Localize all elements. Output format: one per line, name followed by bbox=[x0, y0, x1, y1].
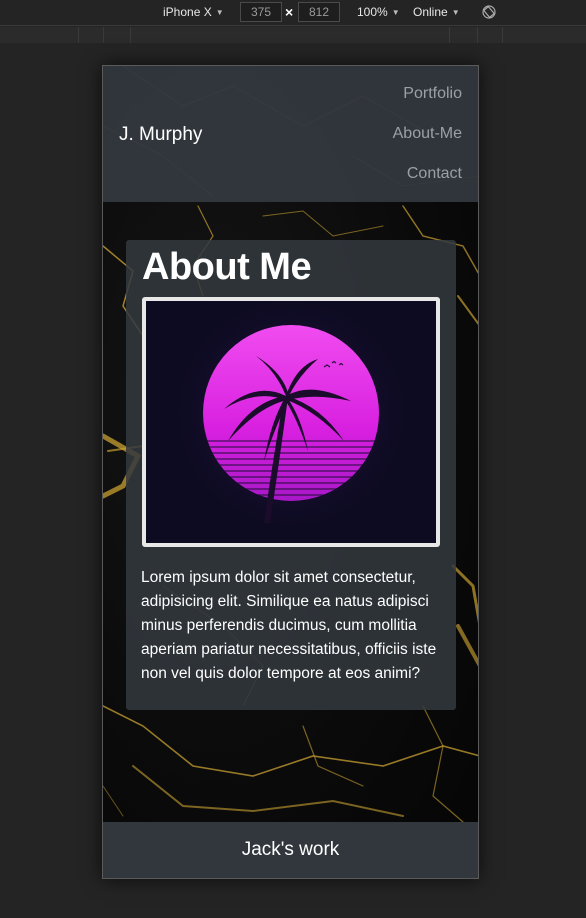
about-card: About Me Lorem ipsum dolor sit amet cons… bbox=[126, 240, 456, 710]
network-select[interactable]: Online ▼ bbox=[413, 5, 460, 19]
footer-text: Jack's work bbox=[241, 839, 340, 860]
network-label: Online bbox=[413, 5, 448, 19]
palm-tree-sunset-image bbox=[146, 301, 436, 543]
profile-image bbox=[142, 297, 440, 547]
chevron-down-icon: ▼ bbox=[451, 7, 460, 17]
navbar-brand[interactable]: J. Murphy bbox=[119, 124, 202, 146]
height-input[interactable]: 812 bbox=[298, 2, 340, 22]
nav-link-portfolio[interactable]: Portfolio bbox=[403, 85, 462, 103]
device-viewport: J. Murphy Portfolio About-Me Contact Abo… bbox=[102, 65, 479, 879]
zoom-select[interactable]: 100% ▼ bbox=[357, 5, 400, 19]
device-select-label: iPhone X bbox=[163, 5, 212, 19]
media-query-ruler bbox=[0, 27, 586, 43]
nav-link-contact[interactable]: Contact bbox=[407, 165, 462, 183]
page-title: About Me bbox=[142, 246, 312, 288]
times-icon: × bbox=[285, 4, 294, 20]
width-input[interactable]: 375 bbox=[240, 2, 282, 22]
device-select[interactable]: iPhone X ▼ bbox=[163, 5, 224, 19]
footer: Jack's work bbox=[103, 822, 478, 878]
navbar: J. Murphy Portfolio About-Me Contact bbox=[103, 66, 478, 202]
rotate-icon[interactable] bbox=[482, 5, 496, 19]
about-text: Lorem ipsum dolor sit amet consectetur, … bbox=[141, 569, 437, 682]
nav-link-about-me[interactable]: About-Me bbox=[393, 125, 462, 143]
chevron-down-icon: ▼ bbox=[215, 7, 224, 17]
zoom-label: 100% bbox=[357, 5, 388, 19]
chevron-down-icon: ▼ bbox=[391, 7, 400, 17]
devtools-toolbar: iPhone X ▼ 375 × 812 100% ▼ Online ▼ bbox=[0, 0, 586, 26]
